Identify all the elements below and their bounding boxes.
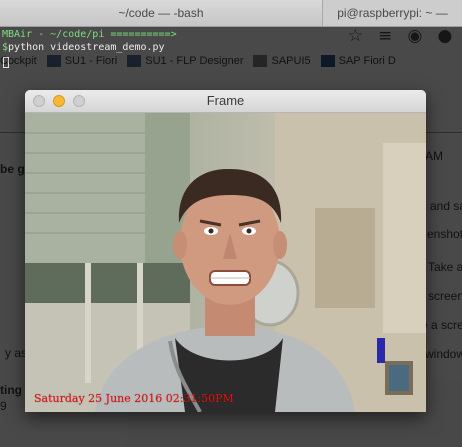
- timestamp-overlay: Saturday 25 June 2016 02:31:50PM: [34, 392, 234, 405]
- tab-label: ~/code — -bash: [118, 6, 204, 20]
- page-snippet: AM: [425, 149, 443, 163]
- bookmark-sap-fiori[interactable]: SAP Fiori D: [320, 55, 396, 67]
- tab-label: pi@raspberrypi: ~ —: [337, 6, 448, 20]
- sap-icon: [253, 55, 268, 67]
- window-frame: [85, 263, 91, 383]
- page-snippet: screen: [428, 289, 462, 303]
- folder-icon: [127, 55, 142, 67]
- right-ear: [273, 231, 287, 259]
- left-pupil: [208, 228, 214, 234]
- menu-icon: ≡: [378, 26, 393, 46]
- frame-window: Frame Saturday 25 June 2016 02:31:50PM: [25, 90, 426, 412]
- ux-icon: [320, 55, 335, 67]
- page-snippet: be g: [0, 162, 25, 176]
- bookmark-su1-flp-designer[interactable]: SU1 - FLP Designer: [127, 55, 243, 67]
- browser-toolbar-icons: ☆ ≡ ◉ ●: [340, 25, 460, 47]
- doorway: [315, 208, 375, 308]
- page-snippet: enshot: [427, 227, 462, 241]
- terminal-tab-bash[interactable]: ~/code — -bash: [0, 0, 322, 26]
- photo: [389, 365, 409, 391]
- video-stream: Saturday 25 June 2016 02:31:50PM: [25, 113, 426, 412]
- folder-icon: [46, 55, 61, 67]
- blue-object: [377, 338, 385, 363]
- wall-light: [383, 143, 426, 333]
- bookmark-sapui5[interactable]: SAPUI5: [253, 55, 311, 67]
- bookmark-cockpit[interactable]: Cockpit: [0, 55, 37, 67]
- extension-icon: ◉: [407, 26, 423, 46]
- page-snippet: ting: [0, 383, 22, 397]
- profile-icon: ●: [437, 26, 453, 46]
- terminal-tab-raspberrypi[interactable]: pi@raspberrypi: ~ —: [322, 0, 462, 26]
- frame-title-bar[interactable]: Frame: [25, 90, 426, 113]
- page-snippet: y as: [5, 346, 28, 360]
- blinds: [25, 113, 145, 263]
- page-snippet: window: [425, 347, 462, 361]
- page-snippet: Take a: [428, 260, 462, 274]
- terminal-tab-bar: ~/code — -bash pi@raspberrypi: ~ —: [0, 0, 462, 27]
- page-snippet: and sa: [430, 199, 462, 213]
- bookmarks-bar: Cockpit SU1 - Fiori SU1 - FLP Designer S…: [0, 51, 462, 71]
- left-ear: [173, 231, 187, 259]
- page-snippet: 9: [0, 399, 7, 413]
- webcam-image: [25, 113, 426, 412]
- bookmark-su1-fiori[interactable]: SU1 - Fiori: [46, 55, 117, 67]
- outdoor-view: [25, 263, 190, 303]
- right-pupil: [246, 228, 252, 234]
- page-snippet: e a scre: [421, 318, 462, 332]
- star-icon: ☆: [347, 26, 363, 46]
- frame-title: Frame: [206, 93, 245, 108]
